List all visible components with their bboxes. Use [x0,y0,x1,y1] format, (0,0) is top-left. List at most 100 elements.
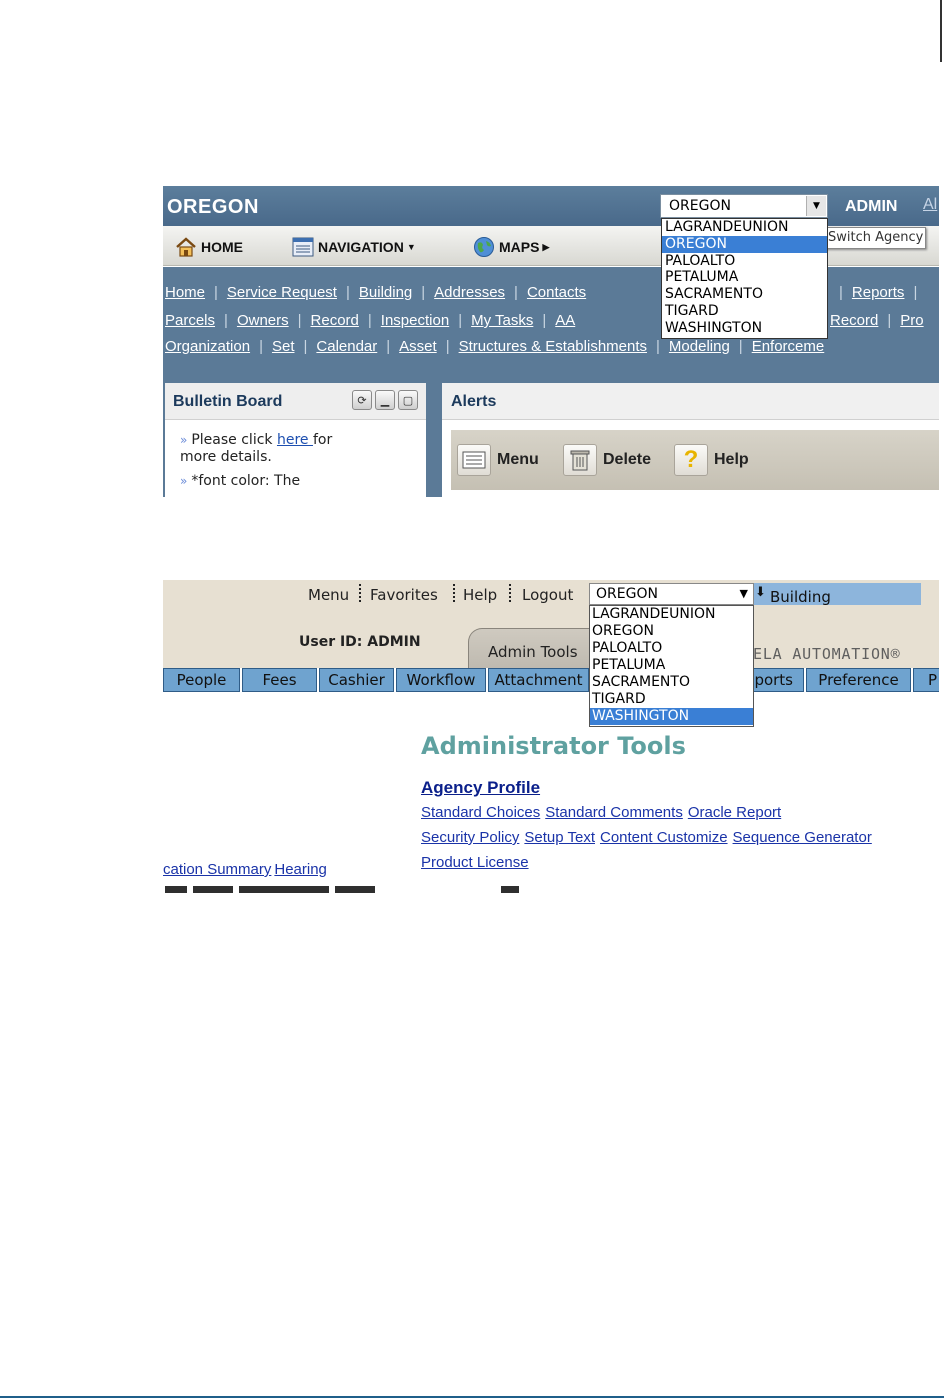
cropped-text-row [163,886,939,893]
cropped-text-fragment [239,886,329,893]
nav-tab-cashier[interactable]: Cashier [319,668,394,692]
refresh-icon[interactable]: ⟳ [352,390,372,410]
link-separator: | [303,338,308,355]
agency-option-oregon[interactable]: OREGON [590,623,753,640]
agency-option-washington[interactable]: WASHINGTON [662,320,827,337]
link-service-request[interactable]: Service Request [227,284,337,301]
link-addresses[interactable]: Addresses [434,284,505,301]
agency-option-sacramento[interactable]: SACRAMENTO [590,674,753,691]
agency-option-washington[interactable]: WASHINGTON [590,708,753,725]
bulletin-item: » *font color: The [180,473,301,489]
link-modeling[interactable]: Modeling [669,338,730,355]
link-structures-establishments[interactable]: Structures & Establishments [459,338,647,355]
panel-controls: ⟳ ▁ ▢ [352,390,418,410]
agency-option-tigard[interactable]: TIGARD [590,691,753,708]
agency-option-lagrandeunion[interactable]: LAGRANDEUNION [662,219,827,236]
admin-header: Menu Favorites Help Logout OREGON ▼ ⬇ Bu… [163,580,939,668]
top-menu-menu[interactable]: Menu [308,586,349,604]
bulletin-item-cont: more details. [180,449,272,465]
link-separator: | [224,312,228,329]
left-links: cation Summary Hearing [163,861,330,878]
agency-select[interactable]: OREGON ▼ [589,583,754,605]
link-inspection[interactable]: Inspection [381,312,449,329]
agency-option-petaluma[interactable]: PETALUMA [662,269,827,286]
module-label[interactable]: Building [770,588,831,606]
download-arrow-icon: ⬇ [755,585,766,600]
agency-option-sacramento[interactable]: SACRAMENTO [662,286,827,303]
link-application-summary[interactable]: cation Summary [163,861,271,878]
link-parcels[interactable]: Parcels [165,312,215,329]
menu-list-icon [457,444,491,476]
agency-option-oregon[interactable]: OREGON [662,235,827,253]
link-hearing[interactable]: Hearing [274,861,327,878]
home-icon [175,236,197,258]
link-content-customize[interactable]: Content Customize [600,829,728,846]
module-links-row-1-right: | Reports | [839,284,926,301]
link-set[interactable]: Set [272,338,295,355]
nav-tab-people[interactable]: People [163,668,240,692]
link-pro[interactable]: Pro [900,312,923,329]
link-separator: | [214,284,218,301]
link-organization[interactable]: Organization [165,338,250,355]
agency-dropdown-list[interactable]: LAGRANDEUNION OREGON PALOALTO PETALUMA S… [589,605,754,727]
bulletin-here-link[interactable]: here [277,432,313,448]
link-standard-choices[interactable]: Standard Choices [421,804,540,821]
top-menu-help[interactable]: Help [463,586,497,604]
nav-tab-fees[interactable]: Fees [242,668,317,692]
agency-dropdown-list[interactable]: LAGRANDEUNION OREGON PALOALTO PETALUMA S… [661,218,828,339]
agency-title: OREGON [167,196,259,218]
chevron-down-icon[interactable]: ▼ [740,587,748,600]
link-separator: | [839,284,843,301]
alerts-delete-button[interactable]: Delete [563,444,651,476]
agency-option-paloalto[interactable]: PALOALTO [662,253,827,270]
agency-profile-link[interactable]: Agency Profile [421,778,540,798]
navigation-menu-button[interactable]: NAVIGATION ▼ [292,236,416,258]
top-menu-favorites[interactable]: Favorites [370,586,438,604]
link-contacts[interactable]: Contacts [527,284,586,301]
link-record[interactable]: Record [311,312,359,329]
link-product-license[interactable]: Product License [421,854,529,871]
link-asset[interactable]: Asset [399,338,437,355]
alerts-toolbar: Menu Delete ? Help [451,430,939,490]
alerts-menu-label: Menu [497,451,539,468]
nav-tab-more[interactable]: P [913,668,939,692]
link-separator: | [345,284,350,301]
link-setup-text[interactable]: Setup Text [524,829,595,846]
link-separator: | [259,338,263,355]
link-separator: | [542,312,547,329]
link-enforcement[interactable]: Enforceme [752,338,825,355]
bulletin-board-body: » Please click here for more details. » *f… [165,420,426,490]
link-record-2[interactable]: Record [830,312,878,329]
link-my-tasks[interactable]: My Tasks [471,312,533,329]
link-standard-comments[interactable]: Standard Comments [545,804,683,821]
agency-option-lagrandeunion[interactable]: LAGRANDEUNION [590,606,753,623]
link-oracle-report[interactable]: Oracle Report [688,804,781,821]
alerts-header: Alerts [442,383,939,420]
nav-tab-attachment[interactable]: Attachment [488,668,589,692]
link-owners[interactable]: Owners [237,312,289,329]
maximize-icon[interactable]: ▢ [398,390,418,410]
globe-icon [473,236,495,258]
link-reports[interactable]: Reports [852,284,905,301]
link-sequence-generator[interactable]: Sequence Generator [733,829,872,846]
nav-tab-preference[interactable]: Preference [806,668,911,692]
agency-select[interactable]: OREGON ▼ [660,194,828,218]
maps-menu-button[interactable]: MAPS ▶ [473,236,549,258]
link-building[interactable]: Building [359,284,412,301]
agency-option-petaluma[interactable]: PETALUMA [590,657,753,674]
chevron-down-icon[interactable]: ▼ [806,196,826,216]
nav-tab-workflow[interactable]: Workflow [396,668,486,692]
alerts-help-button[interactable]: ? Help [674,444,749,476]
minimize-icon[interactable]: ▁ [375,390,395,410]
agency-option-paloalto[interactable]: PALOALTO [590,640,753,657]
agency-option-tigard[interactable]: TIGARD [662,303,827,320]
link-home[interactable]: Home [165,284,205,301]
link-calendar[interactable]: Calendar [316,338,377,355]
link-aa[interactable]: AA [555,312,575,329]
top-menu-logout[interactable]: Logout [522,586,573,604]
link-security-policy[interactable]: Security Policy [421,829,519,846]
admin-links-row-1: Standard Choices Standard Comments Oracle … [421,804,786,821]
home-button[interactable]: HOME [175,236,243,258]
user-menu-link[interactable]: Al [923,196,937,214]
alerts-menu-button[interactable]: Menu [457,444,539,476]
